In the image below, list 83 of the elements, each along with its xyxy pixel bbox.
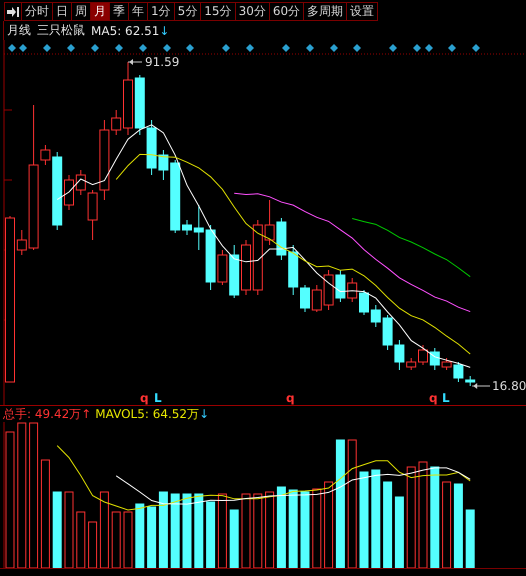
candlestick bbox=[134, 74, 145, 136]
candlestick bbox=[394, 340, 404, 370]
high-price-label: 91.59 bbox=[145, 55, 180, 69]
period-tab[interactable]: 周 bbox=[71, 2, 91, 21]
candlestick bbox=[264, 200, 275, 246]
signal-marker-label: q bbox=[286, 391, 295, 405]
period-label: 月线 bbox=[7, 22, 31, 39]
candlestick bbox=[16, 230, 27, 256]
candlestick bbox=[241, 240, 251, 296]
candlestick bbox=[335, 270, 346, 302]
volume-bar bbox=[206, 502, 216, 568]
candlestick bbox=[182, 220, 192, 236]
period-tab[interactable]: 1分 bbox=[147, 2, 175, 21]
total-volume-value: 总手: 49.42万 bbox=[3, 406, 82, 422]
volume-bar bbox=[394, 496, 404, 568]
diamond-marker-icon bbox=[8, 44, 16, 52]
down-arrow-indicator: ↓ bbox=[199, 407, 210, 421]
diamond-marker-icon bbox=[389, 44, 397, 52]
diamond-marker-icon bbox=[163, 44, 171, 52]
diamond-marker-icon bbox=[186, 44, 194, 52]
diamond-marker-icon bbox=[67, 44, 75, 52]
period-tab[interactable]: 季 bbox=[109, 2, 129, 21]
volume-bar bbox=[230, 510, 239, 568]
diamond-marker-icon bbox=[413, 44, 421, 52]
diamond-marker-icon bbox=[43, 44, 51, 52]
diamond-marker-icon bbox=[425, 44, 433, 52]
volume-bar bbox=[147, 506, 156, 568]
diamond-marker-icon bbox=[306, 44, 314, 52]
diamond-marker-icon bbox=[115, 44, 123, 52]
period-tab[interactable]: 年 bbox=[128, 2, 148, 21]
period-tab[interactable]: 15分 bbox=[200, 2, 236, 21]
candlestick bbox=[370, 304, 381, 328]
period-tab[interactable]: 5分 bbox=[174, 2, 202, 21]
candlestick bbox=[465, 376, 476, 386]
candlestick bbox=[229, 244, 240, 298]
candlestick bbox=[194, 204, 204, 250]
arrow-to-bar-icon bbox=[7, 6, 19, 16]
candlestick bbox=[312, 284, 322, 312]
signal-marker-label: L bbox=[154, 391, 162, 405]
volume-bar bbox=[466, 510, 475, 568]
high-price-leader bbox=[128, 59, 142, 65]
period-tab[interactable]: 30分 bbox=[234, 2, 270, 21]
diamond-marker-icon bbox=[222, 44, 230, 52]
period-tab[interactable]: 设置 bbox=[346, 2, 378, 21]
candlestick bbox=[111, 110, 122, 136]
candlestick bbox=[276, 218, 286, 260]
period-tab[interactable]: 月 bbox=[90, 2, 110, 21]
candlestick bbox=[300, 284, 310, 312]
diamond-marker-icon bbox=[19, 44, 27, 52]
candlestick bbox=[406, 358, 416, 370]
candlestick bbox=[324, 270, 334, 310]
low-price-label: 16.80 bbox=[492, 379, 526, 393]
diamond-marker-icon bbox=[91, 44, 99, 52]
period-tab[interactable]: 多周期 bbox=[303, 2, 348, 21]
candlestick bbox=[382, 314, 393, 350]
diamond-marker-icon bbox=[282, 44, 290, 52]
signal-marker-label: q bbox=[140, 391, 149, 405]
diamond-marker-icon bbox=[448, 44, 456, 52]
period-tab[interactable]: 日 bbox=[52, 2, 72, 21]
stock-name: 三只松鼠 bbox=[37, 22, 85, 39]
candlestick bbox=[359, 290, 369, 316]
candlestick bbox=[288, 244, 298, 296]
period-tab[interactable]: 60分 bbox=[268, 2, 304, 21]
diamond-marker-icon bbox=[139, 44, 147, 52]
diamond-marker-icon bbox=[353, 44, 361, 52]
candlestick bbox=[64, 174, 74, 210]
candlestick bbox=[418, 344, 428, 366]
diamond-marker-icon bbox=[472, 44, 480, 52]
period-tab[interactable]: 分时 bbox=[21, 2, 53, 21]
ma5-value: MA5: 62.51 bbox=[91, 24, 160, 38]
signal-marker-label: q bbox=[429, 391, 438, 405]
signal-marker-label: L bbox=[442, 391, 450, 405]
up-arrow-indicator: ↑ bbox=[81, 407, 92, 421]
candlestick bbox=[430, 348, 440, 370]
volume-bar bbox=[135, 504, 144, 568]
mavol5-value: MAVOL5: 64.52万 bbox=[95, 406, 200, 422]
candlestick bbox=[347, 278, 358, 302]
diamond-marker-icon bbox=[330, 44, 338, 52]
candlestick bbox=[76, 170, 86, 196]
collapse-button[interactable] bbox=[4, 2, 22, 21]
low-price-leader bbox=[472, 383, 490, 389]
diamond-marker-icon bbox=[246, 44, 254, 52]
down-arrow-indicator: ↓ bbox=[159, 24, 170, 38]
